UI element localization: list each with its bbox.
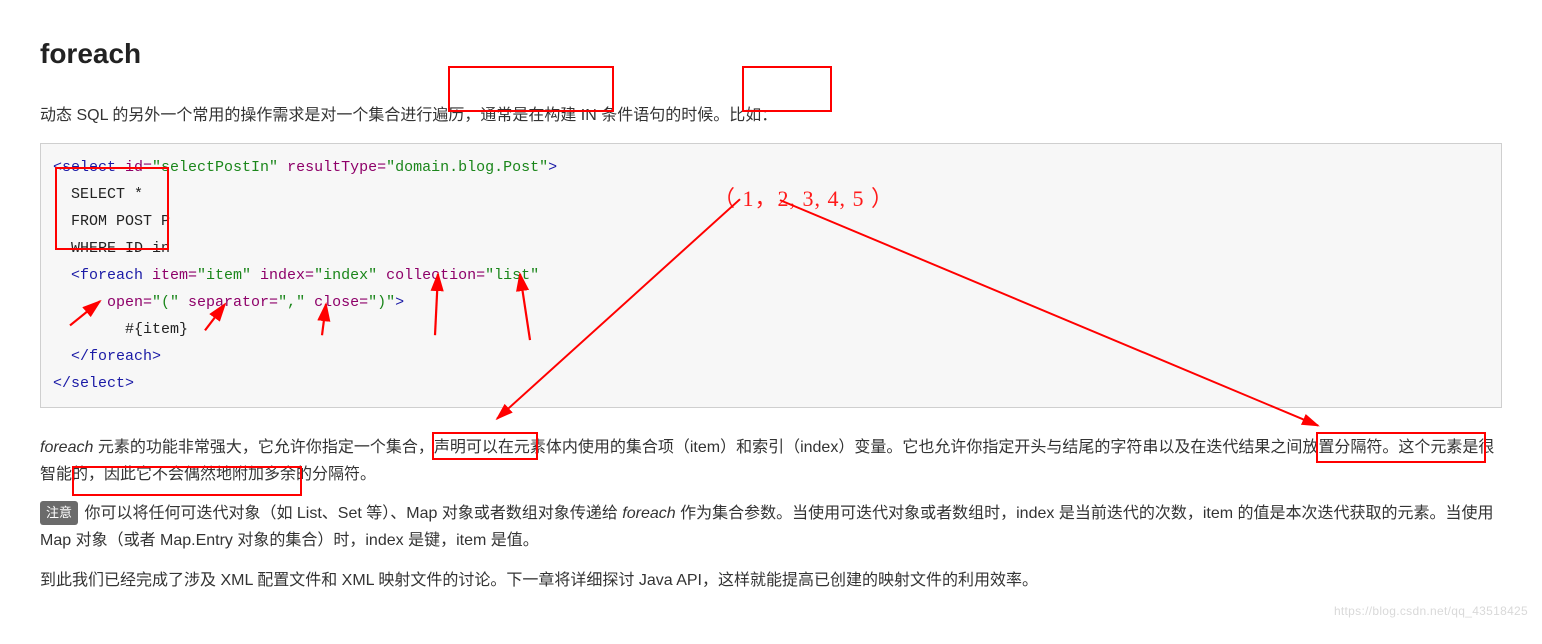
code-val: "list" (485, 267, 539, 284)
intro-paragraph: 动态 SQL 的另外一个常用的操作需求是对一个集合进行遍历，通常是在构建 IN … (40, 102, 1502, 129)
code-attr: index= (251, 267, 314, 284)
term-foreach: foreach (40, 439, 93, 456)
note-text: 你可以将任何可迭代对象（如 List、Set 等）、Map 对象或者数组对象传递… (80, 505, 622, 522)
desc-text: 串以及在 (1142, 439, 1206, 456)
desc-text: 开头与结尾的字符 (1014, 439, 1142, 456)
desc-text: 迭代结果之间放置分隔符。 (1206, 439, 1398, 456)
code-block: <select id="selectPostIn" resultType="do… (40, 143, 1502, 408)
desc-text: ，声明可以在元素体内使用的集合项（item）和索引（index）变量。它也允许你… (418, 439, 1014, 456)
intro-text-c: ，通常是在构建 (464, 107, 580, 124)
intro-text-b: 个集合进行遍历 (352, 107, 464, 124)
code-val: "item" (197, 267, 251, 284)
code-val: "domain.blog.Post" (386, 159, 548, 176)
desc-text: 元素的功能非常强大，它允许你指定 (93, 439, 353, 456)
intro-text-e: 句的时候。比如： (649, 107, 777, 124)
term-foreach: foreach (622, 505, 675, 522)
code-attr: close= (305, 294, 368, 311)
code-val: "index" (314, 267, 377, 284)
intro-text-a: 动态 SQL 的另外一个常用的操作需求是对一 (40, 107, 352, 124)
code-sql: WHERE ID in (53, 240, 170, 257)
desc-paragraph: foreach 元素的功能非常强大，它允许你指定一个集合，声明可以在元素体内使用… (40, 434, 1502, 488)
code-attr: open= (53, 294, 152, 311)
code-tag: </foreach> (53, 348, 161, 365)
code-attr: item= (143, 267, 197, 284)
intro-text-d: IN 条件语 (581, 107, 649, 124)
code-val: ")" (368, 294, 395, 311)
code-tag: <foreach (53, 267, 143, 284)
code-item: #{item} (53, 321, 188, 338)
watermark-text: https://blog.csdn.net/qq_43518425 (1334, 601, 1528, 621)
code-tag: </select> (53, 375, 134, 392)
code-tag: > (395, 294, 404, 311)
note-paragraph: 注意 你可以将任何可迭代对象（如 List、Set 等）、Map 对象或者数组对… (40, 500, 1502, 554)
code-attr: separator= (179, 294, 278, 311)
code-val: "selectPostIn" (152, 159, 278, 176)
code-val: "(" (152, 294, 179, 311)
closing-paragraph: 到此我们已经完成了涉及 XML 配置文件和 XML 映射文件的讨论。下一章将详细… (40, 567, 1502, 594)
code-val: "," (278, 294, 305, 311)
desc-text: 一个集合 (354, 439, 418, 456)
note-badge: 注意 (40, 501, 78, 525)
code-tag: > (548, 159, 557, 176)
code-tag: <select (53, 159, 116, 176)
code-attr: id= (116, 159, 152, 176)
code-attr: collection= (377, 267, 485, 284)
code-sql: FROM POST P (53, 213, 170, 230)
code-attr: resultType= (278, 159, 386, 176)
code-sql: SELECT * (53, 186, 143, 203)
section-heading: foreach (40, 30, 1502, 78)
